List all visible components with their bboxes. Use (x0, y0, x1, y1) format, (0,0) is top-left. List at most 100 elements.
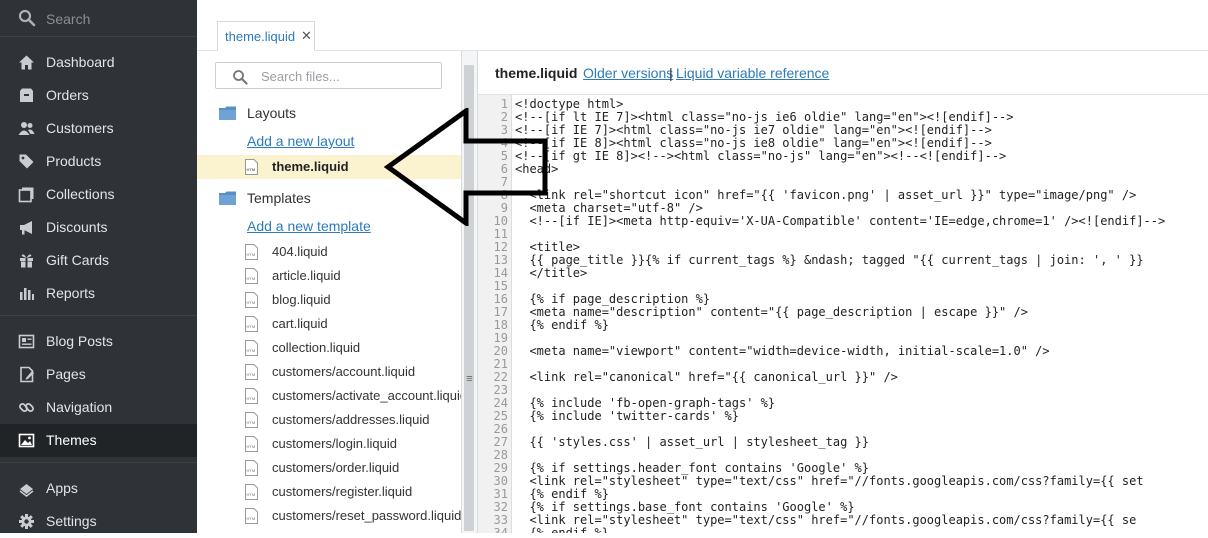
sidebar-item-dashboard[interactable]: Dashboard (0, 46, 197, 79)
sidebar-item-discounts[interactable]: Discounts (0, 211, 197, 244)
code-line: 25 {% include 'twitter-cards' %} (478, 410, 1208, 423)
sidebar-item-pages[interactable]: Pages (0, 358, 197, 391)
code-text: {{ 'styles.css' | asset_url | stylesheet… (515, 435, 870, 449)
folder-icon (219, 191, 236, 205)
file-item[interactable]: HTM customers/login.liquid (197, 432, 461, 456)
file-name: customers/login.liquid (272, 436, 398, 451)
scrollbar-thumb[interactable] (464, 65, 474, 531)
close-icon[interactable]: ✕ (301, 28, 312, 44)
sidebar-search[interactable]: Search (0, 0, 197, 36)
megaphone-icon (20, 221, 32, 235)
sidebar-item-blog-posts[interactable]: Blog Posts (0, 325, 197, 358)
file-icon: HTM (245, 316, 258, 332)
bar-chart-icon (20, 288, 34, 300)
sidebar-item-collections[interactable]: Collections (0, 178, 197, 211)
pages-icon (20, 366, 34, 383)
blog-icon (18, 334, 35, 349)
file-name: cart.liquid (272, 316, 328, 331)
code-line: 10 <!--[if IE]><meta http-equiv='X-UA-Co… (478, 215, 1208, 228)
tab-theme-liquid[interactable]: theme.liquid ✕ (217, 21, 315, 51)
sidebar-item-customers[interactable]: Customers (0, 112, 197, 145)
sidebar-item-label: Pages (46, 366, 86, 382)
sidebar-item-label: Themes (46, 432, 97, 448)
file-item[interactable]: HTM cart.liquid (197, 312, 461, 336)
code-line: 6 <head> (478, 163, 1208, 176)
sidebar-item-apps[interactable]: Apps (0, 472, 197, 505)
tab-label: theme.liquid (225, 29, 296, 44)
code-text: {% endif %} (515, 318, 609, 332)
liquid-reference-link[interactable]: Liquid variable reference (676, 65, 829, 81)
sidebar-item-gift-cards[interactable]: Gift Cards (0, 244, 197, 277)
sidebar-item-label: Discounts (46, 219, 108, 235)
sidebar-item-label: Settings (46, 513, 97, 529)
panel-splitter[interactable]: ≡ (461, 51, 478, 533)
code-line: 5 <!--[if gt IE 8]><!--><html class="no-j… (478, 150, 1208, 163)
file-icon: HTM (245, 412, 258, 428)
svg-text:HTM: HTM (247, 276, 256, 281)
header-separator: | (669, 65, 673, 81)
sidebar-item-themes[interactable]: Themes (0, 424, 197, 457)
file-item[interactable]: HTM customers/account.liquid (197, 360, 461, 384)
svg-text:HTM: HTM (247, 300, 256, 305)
sidebar-search-placeholder: Search (46, 11, 91, 27)
file-icon: HTM (245, 388, 258, 404)
editor-filename: theme.liquid (495, 65, 578, 81)
file-item[interactable]: HTM customers/reset_password.liquid (197, 504, 461, 528)
sidebar-item-orders[interactable]: Orders (0, 79, 197, 112)
code-text: <meta name="viewport" content="width=dev… (515, 344, 1050, 358)
file-item[interactable]: HTM customers/order.liquid (197, 456, 461, 480)
link-icon (19, 403, 34, 412)
file-name: theme.liquid (272, 159, 349, 174)
file-icon: HTM (245, 460, 258, 476)
file-item[interactable]: HTM 404.liquid (197, 240, 461, 264)
svg-text:HTM: HTM (247, 516, 256, 521)
templates-heading: Templates (247, 190, 311, 206)
svg-text:HTM: HTM (247, 492, 256, 497)
svg-text:HTM: HTM (247, 468, 256, 473)
code-text: </title> (515, 266, 588, 280)
file-browser: Search files... Layouts Add a new layout… (197, 51, 461, 533)
line-number: 34 (493, 526, 508, 534)
file-item[interactable]: HTM customers/register.liquid (197, 480, 461, 504)
sidebar-item-navigation[interactable]: Navigation (0, 391, 197, 424)
code-text: {{ page_title }}{% if current_tags %} &n… (515, 253, 1144, 267)
code-line: 13 {{ page_title }}{% if current_tags %}… (478, 254, 1208, 267)
file-item[interactable]: HTM customers/addresses.liquid (197, 408, 461, 432)
file-item-theme-liquid[interactable]: HTM theme.liquid (197, 155, 461, 179)
sidebar-divider (0, 462, 197, 463)
splitter-grip-icon[interactable]: ≡ (462, 373, 477, 385)
file-item[interactable]: HTM blog.liquid (197, 288, 461, 312)
code-text: <link rel="stylesheet" type="text/css" h… (515, 474, 1144, 488)
code-line: 11 (478, 228, 1208, 241)
code-text: <head> (515, 162, 559, 176)
svg-text:HTM: HTM (247, 252, 256, 257)
file-item[interactable]: HTM collection.liquid (197, 336, 461, 360)
sidebar-item-settings[interactable]: Settings (0, 505, 197, 538)
svg-text:HTM: HTM (247, 396, 256, 401)
code-line: 27 {{ 'styles.css' | asset_url | stylesh… (478, 436, 1208, 449)
sidebar-item-label: Orders (46, 87, 89, 103)
file-item[interactable]: HTM article.liquid (197, 264, 461, 288)
code-line: 14 </title> (478, 267, 1208, 280)
apps-icon (19, 484, 34, 497)
add-layout-link[interactable]: Add a new layout (247, 133, 354, 149)
code-text: <link rel="canonical" href="{{ canonical… (515, 370, 898, 384)
file-icon: HTM (245, 159, 258, 175)
sidebar-item-products[interactable]: Products (0, 145, 197, 178)
sidebar-item-label: Customers (46, 120, 114, 136)
code-text: <!--[if IE]><meta http-equiv='X-UA-Compa… (515, 214, 1166, 228)
search-files-input[interactable]: Search files... (215, 62, 442, 89)
customers-icon (18, 122, 35, 135)
svg-text:HTM: HTM (247, 420, 256, 425)
file-icon: HTM (245, 364, 258, 380)
file-icon: HTM (245, 508, 258, 524)
older-versions-link[interactable]: Older versions (583, 65, 673, 81)
file-item[interactable]: HTM customers/activate_account.liquid (197, 384, 461, 408)
sidebar-item-reports[interactable]: Reports (0, 277, 197, 310)
file-name: customers/reset_password.liquid (272, 508, 461, 523)
file-name: customers/addresses.liquid (272, 412, 430, 427)
file-name: 404.liquid (272, 244, 328, 259)
code-line: 18 {% endif %} (478, 319, 1208, 332)
add-template-link[interactable]: Add a new template (247, 218, 371, 234)
file-icon: HTM (245, 436, 258, 452)
